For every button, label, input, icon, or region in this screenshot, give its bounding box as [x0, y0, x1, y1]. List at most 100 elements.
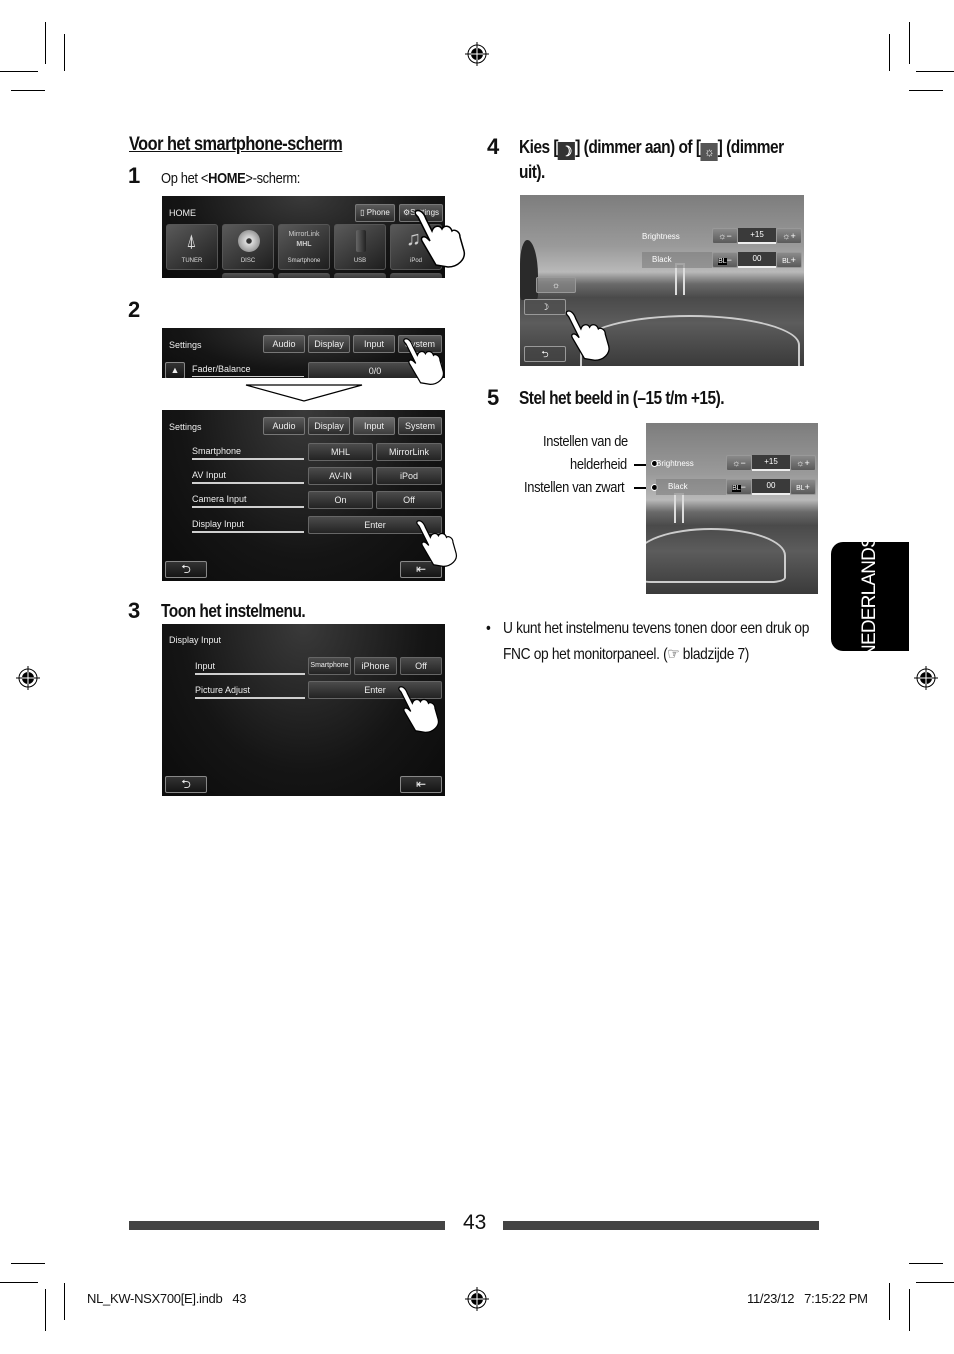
bl-glyph: BL — [718, 258, 727, 265]
tile-disc[interactable]: DISC — [222, 224, 274, 270]
registration-mark-icon — [914, 666, 938, 690]
black-label: Black — [656, 479, 726, 495]
screen-title: HOME — [169, 208, 196, 218]
row-label-camera-input: Camera Input — [192, 494, 304, 508]
back-button[interactable]: ⮌ — [165, 776, 207, 793]
brightness-value: +15 — [738, 228, 776, 244]
screen-title: Settings — [169, 340, 202, 350]
footer-timestamp: 11/23/12 7:15:22 PM — [747, 1291, 868, 1306]
mhl-logo: MHL — [296, 241, 312, 248]
black-value: 00 — [738, 252, 776, 268]
tab-system[interactable]: System — [398, 417, 442, 435]
step-text-part: Kies [ — [519, 137, 559, 157]
brightness-plus-button[interactable]: ☼+ — [790, 455, 816, 471]
black-minus-button[interactable]: BL− — [712, 252, 738, 268]
brightness-minus-button[interactable]: ☼− — [726, 455, 752, 471]
page-reference-link[interactable]: bladzijde 7) — [679, 646, 750, 663]
brightness-plus-button[interactable]: ☼+ — [776, 228, 802, 244]
black-label: Black — [642, 252, 712, 268]
tile-usb[interactable]: USB — [334, 224, 386, 270]
picture-adjust-screen-detail: Brightness ☼− +15 ☼+ Black BL− 00 BL+ — [646, 423, 818, 594]
option-on[interactable]: On — [308, 491, 373, 509]
pointing-hand-icon — [398, 686, 440, 733]
back-button[interactable]: ⮌ — [165, 561, 207, 578]
step-1-text: Op het <HOME>-scherm: — [161, 170, 300, 187]
bl-glyph: BL — [796, 485, 805, 492]
callout-brightness-line1: Instellen van de — [543, 433, 628, 450]
option-mirrorlink[interactable]: MirrorLink — [376, 443, 442, 461]
pointing-hand-icon — [414, 209, 466, 268]
note-text-part: FNC op het monitorpaneel. ( — [503, 646, 668, 663]
tab-input[interactable]: Input — [353, 335, 395, 353]
black-plus-button[interactable]: BL+ — [776, 252, 802, 268]
mirrorlink-logo: MirrorLink — [288, 231, 320, 238]
phone-label: Phone — [366, 208, 390, 217]
tab-audio[interactable]: Audio — [263, 335, 305, 353]
tab-display[interactable]: Display — [308, 417, 350, 435]
option-av-in[interactable]: AV-IN — [308, 467, 373, 485]
row-label-picture-adjust: Picture Adjust — [195, 685, 305, 699]
note-line-2: FNC op het monitorpaneel. (☞ bladzijde 7… — [503, 644, 749, 664]
step-number: 5 — [487, 385, 500, 410]
registration-mark-icon — [16, 666, 40, 690]
step-4-text-cont: uit). — [519, 162, 545, 182]
tab-input[interactable]: Input — [353, 417, 395, 435]
language-label: NEDERLANDS — [859, 535, 880, 658]
option-smartphone[interactable]: Smartphone — [308, 657, 351, 675]
down-arrow-icon — [245, 384, 363, 402]
option-iphone[interactable]: iPhone — [354, 657, 397, 675]
tile-smartphone[interactable]: MirrorLink MHL Smartphone — [278, 224, 330, 270]
footer-file-name: NL_KW-NSX700[E].indb 43 — [87, 1291, 247, 1306]
tile-row-2 — [334, 273, 386, 278]
row-label-av-input: AV Input — [192, 470, 304, 484]
mirrorlink-mhl-icon: MirrorLink MHL — [279, 230, 329, 250]
step-text-part: >-scherm: — [245, 170, 301, 187]
tab-audio[interactable]: Audio — [263, 417, 305, 435]
black-plus-button[interactable]: BL+ — [790, 479, 816, 495]
bl-plus-icon: BL+ — [782, 255, 796, 265]
brightness-label: Brightness — [642, 232, 680, 241]
step-text-part: ] (dimmer aan) of [ — [575, 137, 701, 157]
moon-icon: ☽ — [558, 142, 576, 160]
black-value: 00 — [752, 479, 790, 495]
sun-plus-icon: ☼+ — [782, 231, 796, 241]
step-text-part: Op het < — [161, 170, 209, 187]
dimmer-off-button[interactable]: ☼ — [536, 277, 576, 293]
step-5-text: Stel het beeld in (–15 t/m +15). — [519, 388, 725, 408]
home-keyword: HOME — [208, 170, 246, 187]
phone-button[interactable]: ▯ Phone — [355, 204, 395, 222]
option-off[interactable]: Off — [376, 491, 442, 509]
note-bullet: • — [486, 620, 491, 637]
black-minus-button[interactable]: BL− — [726, 479, 752, 495]
step-4-text: Kies [☽] (dimmer aan) of [☼] (dimmer — [519, 137, 784, 161]
option-ipod[interactable]: iPod — [376, 467, 442, 485]
scroll-up-button[interactable]: ▲ — [165, 362, 185, 378]
car-outline — [646, 528, 786, 583]
usb-stick-icon — [356, 230, 366, 252]
bl-glyph: BL — [732, 485, 741, 492]
settings-screen-input: Settings Audio Display Input System Smar… — [162, 410, 445, 581]
brightness-value: +15 — [752, 455, 790, 471]
pointing-hand-reference-icon: ☞ — [667, 646, 680, 663]
tile-tuner[interactable]: ⍋ TUNER — [166, 224, 218, 270]
registration-mark-icon — [465, 1287, 489, 1311]
footer-bar-left — [129, 1221, 445, 1230]
screen-title: Settings — [169, 422, 202, 432]
option-mhl[interactable]: MHL — [308, 443, 373, 461]
brightness-minus-button[interactable]: ☼− — [712, 228, 738, 244]
disc-icon — [238, 230, 260, 252]
sun-icon: ☼ — [700, 143, 718, 161]
tab-display[interactable]: Display — [308, 335, 350, 353]
tile-label: Smartphone — [287, 258, 321, 264]
sun-plus-icon: ☼+ — [796, 458, 810, 468]
row-label-input: Input — [195, 661, 305, 675]
callout-black: Instellen van zwart — [524, 479, 625, 496]
registration-mark-icon — [465, 42, 489, 66]
exit-button[interactable]: ⇤ — [400, 776, 442, 793]
pointing-hand-icon — [416, 520, 458, 567]
sun-icon: ☼ — [551, 280, 561, 290]
option-off[interactable]: Off — [400, 657, 442, 675]
tile-label: USB — [353, 258, 367, 264]
tile-row-2 — [222, 273, 274, 278]
back-arrow-icon: ⮌ — [181, 777, 191, 791]
